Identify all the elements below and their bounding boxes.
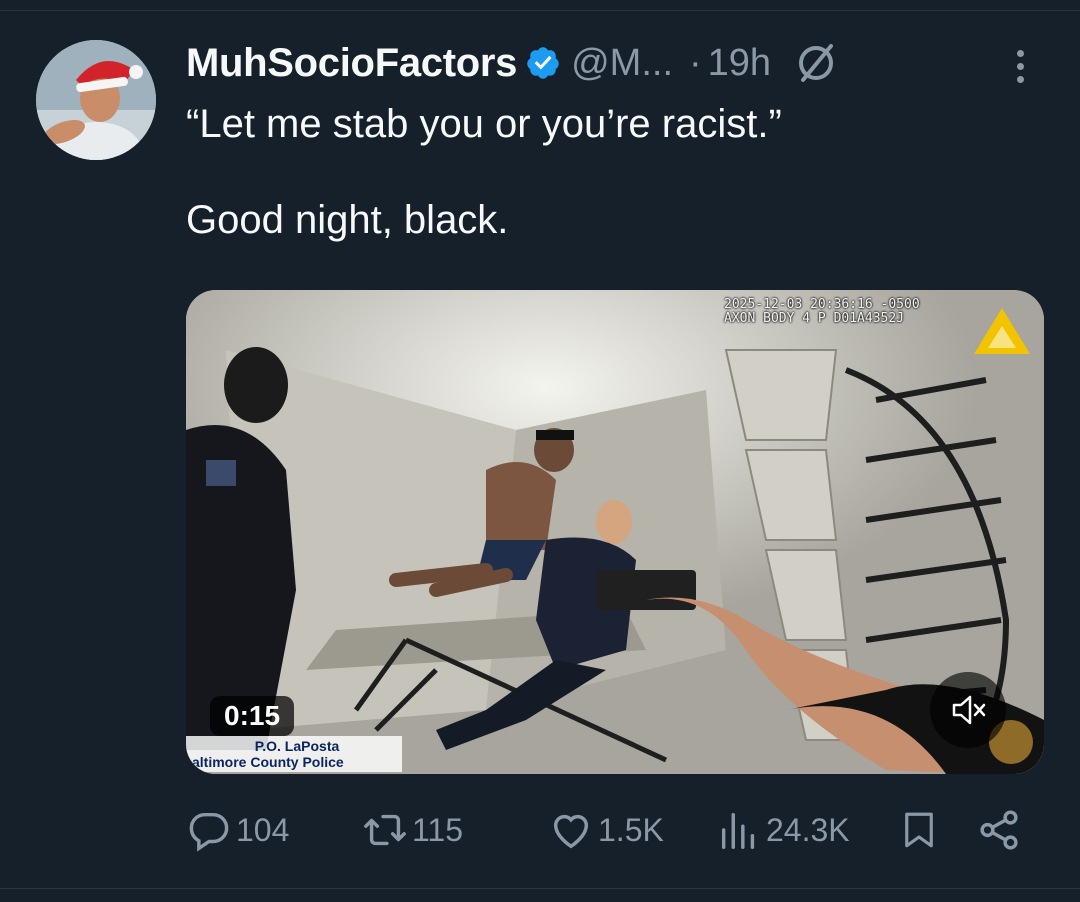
officer-caption: P.O. LaPosta altimore County Police <box>186 736 402 772</box>
like-button[interactable]: 1.5K <box>548 806 664 854</box>
mute-button[interactable] <box>930 672 1006 748</box>
avatar[interactable] <box>36 40 156 160</box>
reply-count: 104 <box>236 811 290 848</box>
video-duration: 0:15 <box>210 696 295 736</box>
post-time[interactable]: 19h <box>708 42 771 85</box>
more-options-icon[interactable] <box>1002 44 1038 88</box>
views-chart-icon <box>721 812 755 849</box>
tweet-text: “Let me stab you or you’re racist.” Good… <box>186 102 782 242</box>
bookmark-button[interactable] <box>898 806 940 854</box>
grok-icon[interactable] <box>793 40 839 86</box>
bottom-divider <box>0 888 1080 889</box>
tweet-header: MuhSocioFactors @M... · 19h <box>186 38 839 88</box>
heart-icon <box>553 814 589 849</box>
top-divider <box>0 10 1080 11</box>
bodycam-timestamp: 2025-12-03 20:36:16 -0500 AXON BODY 4 P D… <box>724 297 920 326</box>
author-display-name[interactable]: MuhSocioFactors <box>186 41 517 86</box>
caption-officer-name: P.O. LaPosta <box>254 738 340 754</box>
views-button[interactable]: 24.3K <box>716 806 850 854</box>
avatar-image <box>36 40 156 160</box>
verified-badge-icon <box>527 47 559 79</box>
bookmark-icon <box>905 812 933 848</box>
like-count: 1.5K <box>598 811 664 848</box>
separator-dot: · <box>689 41 702 84</box>
caption-department: altimore County Police <box>192 754 344 770</box>
video-frame <box>186 290 1044 774</box>
video-player[interactable]: 2025-12-03 20:36:16 -0500 AXON BODY 4 P D… <box>186 290 1044 774</box>
repost-count: 115 <box>412 811 464 848</box>
repost-icon <box>364 814 406 846</box>
author-handle[interactable]: @M... <box>571 42 673 85</box>
repost-button[interactable]: 115 <box>362 806 463 854</box>
share-icon <box>980 810 1018 850</box>
share-button[interactable] <box>976 806 1022 854</box>
action-bar: 104 115 1.5K 24.3K <box>186 806 1046 854</box>
speaker-muted-icon <box>952 695 986 725</box>
reply-icon <box>189 812 229 852</box>
view-count: 24.3K <box>766 811 850 848</box>
reply-button[interactable]: 104 <box>186 806 289 854</box>
